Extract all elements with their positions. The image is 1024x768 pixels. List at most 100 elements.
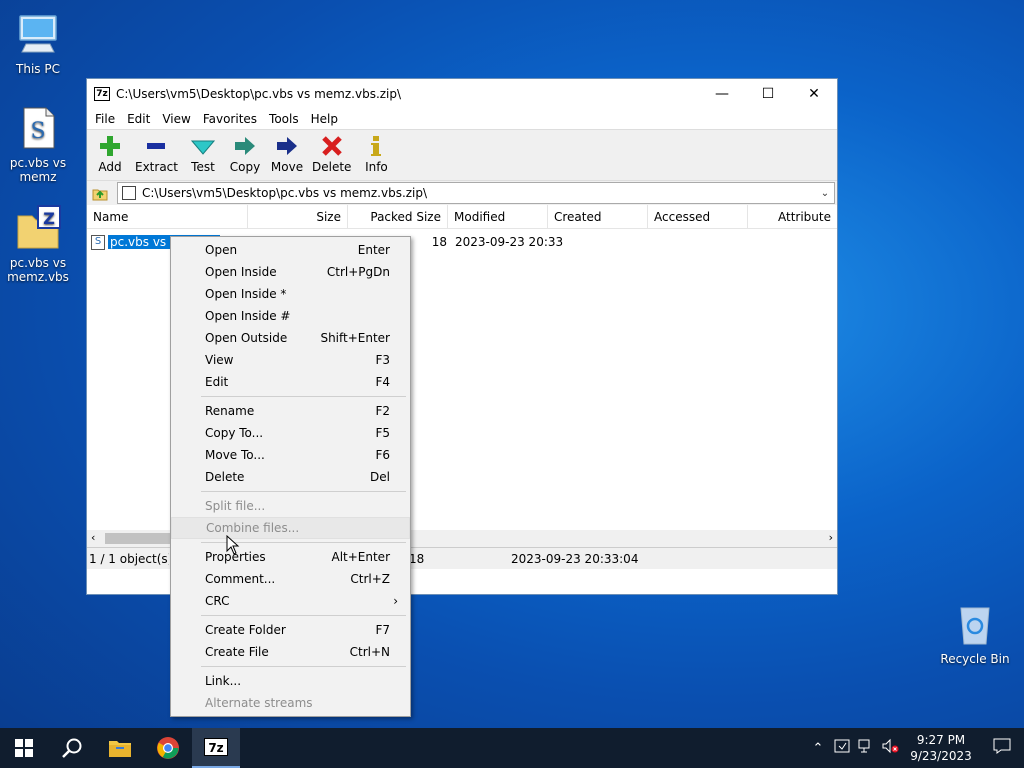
chrome-icon bbox=[157, 737, 179, 759]
menu-item-view[interactable]: View F3 bbox=[171, 349, 410, 371]
desktop-icon-label: pc.vbs vs memz bbox=[9, 156, 67, 184]
scroll-right-icon[interactable]: › bbox=[829, 531, 833, 544]
info-button[interactable]: Info bbox=[359, 134, 393, 174]
chevron-right-icon: › bbox=[393, 594, 398, 608]
file-modified-cell: 2023-09-23 20:33 bbox=[455, 235, 564, 249]
menu-item-open[interactable]: Open Enter bbox=[171, 239, 410, 261]
recycle-bin-icon bbox=[951, 600, 999, 648]
start-button[interactable] bbox=[0, 728, 48, 768]
menu-item-copy-to[interactable]: Copy To... F5 bbox=[171, 422, 410, 444]
close-button[interactable]: ✕ bbox=[791, 79, 837, 109]
computer-icon bbox=[14, 10, 62, 58]
menu-item-split-file[interactable]: Split file... bbox=[171, 495, 410, 517]
column-modified[interactable]: Modified bbox=[448, 204, 548, 229]
clock-date: 9/23/2023 bbox=[910, 749, 972, 763]
desktop-icon-label: pc.vbs vs memz.vbs bbox=[7, 256, 69, 284]
menu-tools[interactable]: Tools bbox=[263, 112, 305, 126]
test-button[interactable]: Test bbox=[186, 134, 220, 174]
file-explorer-icon bbox=[109, 741, 131, 757]
menu-separator bbox=[201, 666, 406, 667]
add-button[interactable]: Add bbox=[93, 134, 127, 174]
clock-time: 9:27 PM bbox=[916, 733, 966, 747]
svg-text:S: S bbox=[30, 119, 45, 144]
svg-text:Z: Z bbox=[43, 209, 55, 228]
copy-arrow-icon bbox=[231, 134, 259, 158]
menu-item-rename[interactable]: Rename F2 bbox=[171, 400, 410, 422]
desktop-icon-vbs-script[interactable]: S pc.vbs vs memz bbox=[0, 104, 76, 184]
menu-favorites[interactable]: Favorites bbox=[197, 112, 263, 126]
menu-item-open-inside[interactable]: Open Inside Ctrl+PgDn bbox=[171, 261, 410, 283]
window-title: C:\Users\vm5\Desktop\pc.vbs vs memz.vbs.… bbox=[116, 87, 402, 101]
clock[interactable]: 9:27 PM 9/23/2023 bbox=[902, 732, 980, 764]
desktop-icon-recycle-bin[interactable]: Recycle Bin bbox=[937, 600, 1013, 666]
network-icon[interactable] bbox=[854, 738, 878, 758]
menu-item-crc[interactable]: CRC › bbox=[171, 590, 410, 612]
column-accessed[interactable]: Accessed bbox=[648, 204, 748, 229]
column-name[interactable]: Name bbox=[87, 204, 248, 229]
scroll-thumb[interactable] bbox=[105, 533, 175, 544]
menu-item-open-inside-hash[interactable]: Open Inside # bbox=[171, 305, 410, 327]
menu-item-create-folder[interactable]: Create Folder F7 bbox=[171, 619, 410, 641]
search-button[interactable] bbox=[48, 728, 96, 768]
delete-button[interactable]: Delete bbox=[312, 134, 351, 174]
7zip-app-icon: 7z bbox=[94, 87, 110, 101]
info-icon bbox=[362, 134, 390, 158]
title-bar[interactable]: 7z C:\Users\vm5\Desktop\pc.vbs vs memz.v… bbox=[87, 79, 837, 109]
address-bar[interactable]: C:\Users\vm5\Desktop\pc.vbs vs memz.vbs.… bbox=[117, 182, 835, 204]
search-icon bbox=[62, 738, 82, 758]
notification-icon[interactable] bbox=[980, 738, 1024, 758]
menu-view[interactable]: View bbox=[156, 112, 196, 126]
security-shield-icon[interactable] bbox=[830, 738, 854, 758]
column-size[interactable]: Size bbox=[248, 204, 348, 229]
context-menu: Open Enter Open Inside Ctrl+PgDn Open Insi… bbox=[170, 236, 411, 717]
menu-item-link[interactable]: Link... bbox=[171, 670, 410, 692]
menu-item-comment[interactable]: Comment... Ctrl+Z bbox=[171, 568, 410, 590]
menu-item-properties[interactable]: Properties Alt+Enter bbox=[171, 546, 410, 568]
menu-item-edit[interactable]: Edit F4 bbox=[171, 371, 410, 393]
extract-button[interactable]: Extract bbox=[135, 134, 178, 174]
address-path: C:\Users\vm5\Desktop\pc.vbs vs memz.vbs.… bbox=[142, 186, 428, 200]
menu-item-open-inside-star[interactable]: Open Inside * bbox=[171, 283, 410, 305]
chrome-button[interactable] bbox=[144, 728, 192, 768]
move-arrow-icon bbox=[273, 134, 301, 158]
plus-icon bbox=[96, 134, 124, 158]
desktop-icon-zip-archive[interactable]: Z pc.vbs vs memz.vbs bbox=[0, 204, 76, 284]
file-explorer-button[interactable] bbox=[96, 728, 144, 768]
desktop-icon-label: This PC bbox=[16, 62, 60, 76]
taskbar: 7z ⌃ 9:27 PM 9/23/2023 bbox=[0, 728, 1024, 768]
toolbar: Add Extract Test Copy Move Delete Info bbox=[87, 129, 837, 181]
volume-muted-icon[interactable] bbox=[878, 738, 902, 758]
start-icon bbox=[15, 739, 33, 757]
archive-small-icon bbox=[122, 186, 136, 200]
menu-item-combine-files[interactable]: Combine files... bbox=[171, 517, 410, 539]
column-packed-size[interactable]: Packed Size bbox=[348, 204, 448, 229]
menu-item-move-to[interactable]: Move To... F6 bbox=[171, 444, 410, 466]
7zip-taskbar-button[interactable]: 7z bbox=[192, 728, 240, 768]
menu-item-alternate-streams[interactable]: Alternate streams bbox=[171, 692, 410, 714]
maximize-button[interactable]: ☐ bbox=[745, 79, 791, 109]
column-created[interactable]: Created bbox=[548, 204, 648, 229]
vbs-file-icon: S bbox=[91, 234, 105, 250]
desktop-icon-this-pc[interactable]: This PC bbox=[0, 10, 76, 76]
script-file-icon: S bbox=[14, 104, 62, 152]
move-button[interactable]: Move bbox=[270, 134, 304, 174]
menu-item-create-file[interactable]: Create File Ctrl+N bbox=[171, 641, 410, 663]
scroll-left-icon[interactable]: ‹ bbox=[91, 531, 95, 544]
zip-folder-icon: Z bbox=[14, 204, 62, 252]
copy-button[interactable]: Copy bbox=[228, 134, 262, 174]
up-folder-icon[interactable] bbox=[91, 184, 109, 202]
chevron-up-icon[interactable]: ⌃ bbox=[806, 741, 830, 756]
menu-file[interactable]: File bbox=[89, 112, 121, 126]
menu-separator bbox=[201, 615, 406, 616]
system-tray: ⌃ 9:27 PM 9/23/2023 bbox=[806, 728, 1024, 768]
column-attributes[interactable]: Attribute bbox=[748, 205, 837, 229]
menu-item-open-outside[interactable]: Open Outside Shift+Enter bbox=[171, 327, 410, 349]
menu-help[interactable]: Help bbox=[305, 112, 344, 126]
menu-item-delete[interactable]: Delete Del bbox=[171, 466, 410, 488]
minus-icon bbox=[142, 134, 170, 158]
minimize-button[interactable]: — bbox=[699, 79, 745, 109]
column-header: Name Size Packed Size Modified Created A… bbox=[87, 204, 837, 229]
chevron-down-icon[interactable]: ⌄ bbox=[816, 188, 834, 199]
7zip-icon: 7z bbox=[204, 738, 228, 756]
menu-edit[interactable]: Edit bbox=[121, 112, 156, 126]
